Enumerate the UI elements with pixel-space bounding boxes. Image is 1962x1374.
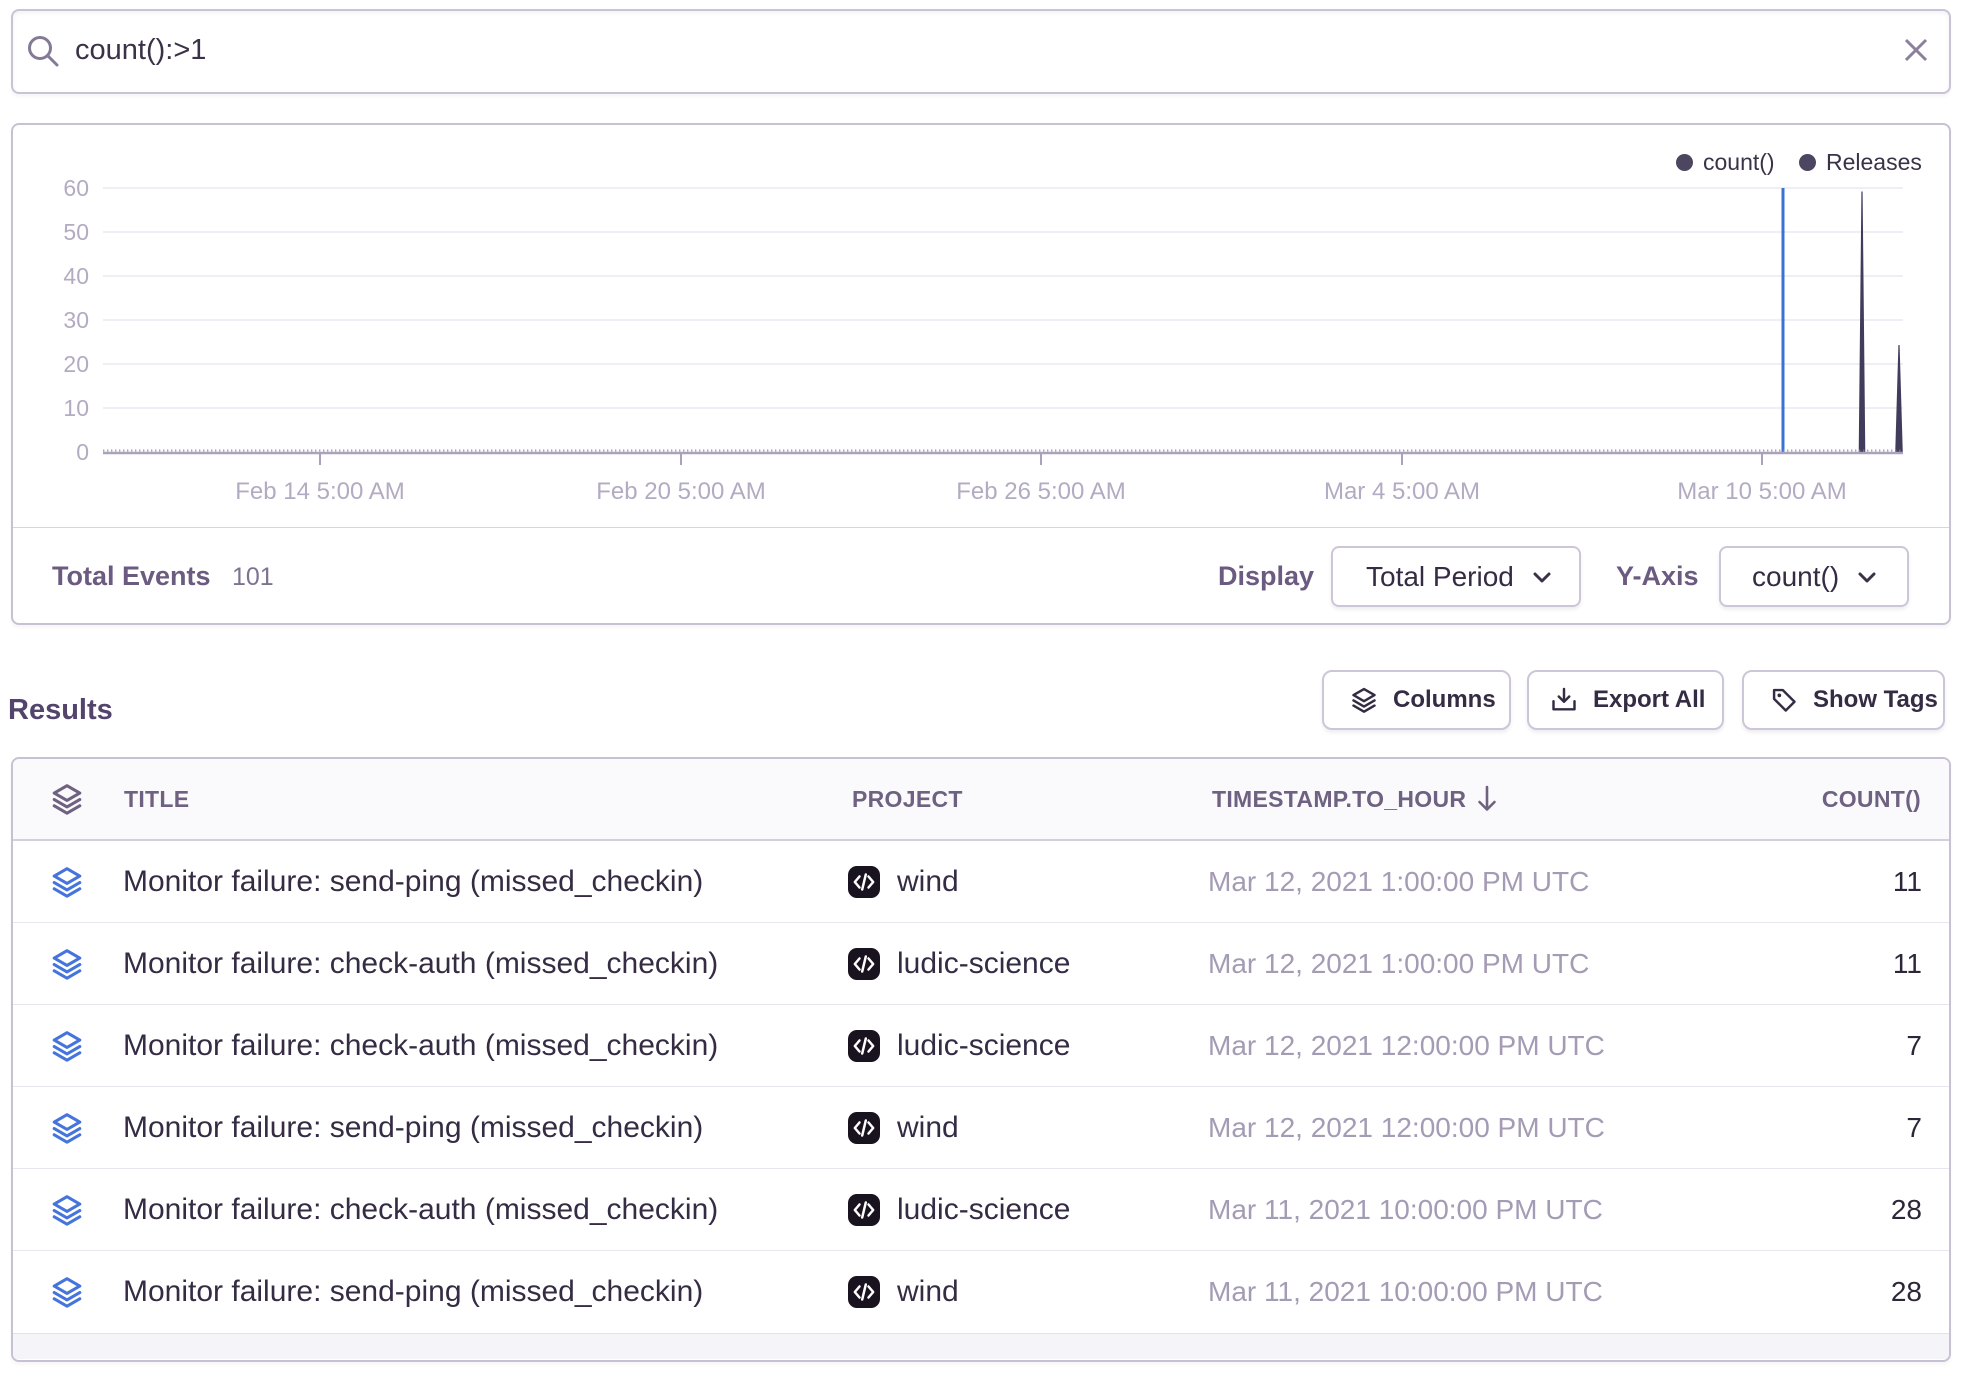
- svg-text:60: 60: [63, 175, 89, 201]
- svg-text:0: 0: [76, 439, 89, 465]
- svg-text:30: 30: [63, 307, 89, 333]
- svg-text:Feb 14 5:00 AM: Feb 14 5:00 AM: [235, 478, 404, 505]
- svg-text:10: 10: [63, 395, 89, 421]
- svg-text:Feb 20 5:00 AM: Feb 20 5:00 AM: [596, 478, 765, 505]
- svg-text:Feb 26 5:00 AM: Feb 26 5:00 AM: [956, 478, 1125, 505]
- svg-text:20: 20: [63, 351, 89, 377]
- svg-text:Mar 10 5:00 AM: Mar 10 5:00 AM: [1677, 478, 1846, 505]
- svg-text:Mar 4 5:00 AM: Mar 4 5:00 AM: [1324, 478, 1480, 505]
- svg-text:50: 50: [63, 219, 89, 245]
- svg-text:40: 40: [63, 263, 89, 289]
